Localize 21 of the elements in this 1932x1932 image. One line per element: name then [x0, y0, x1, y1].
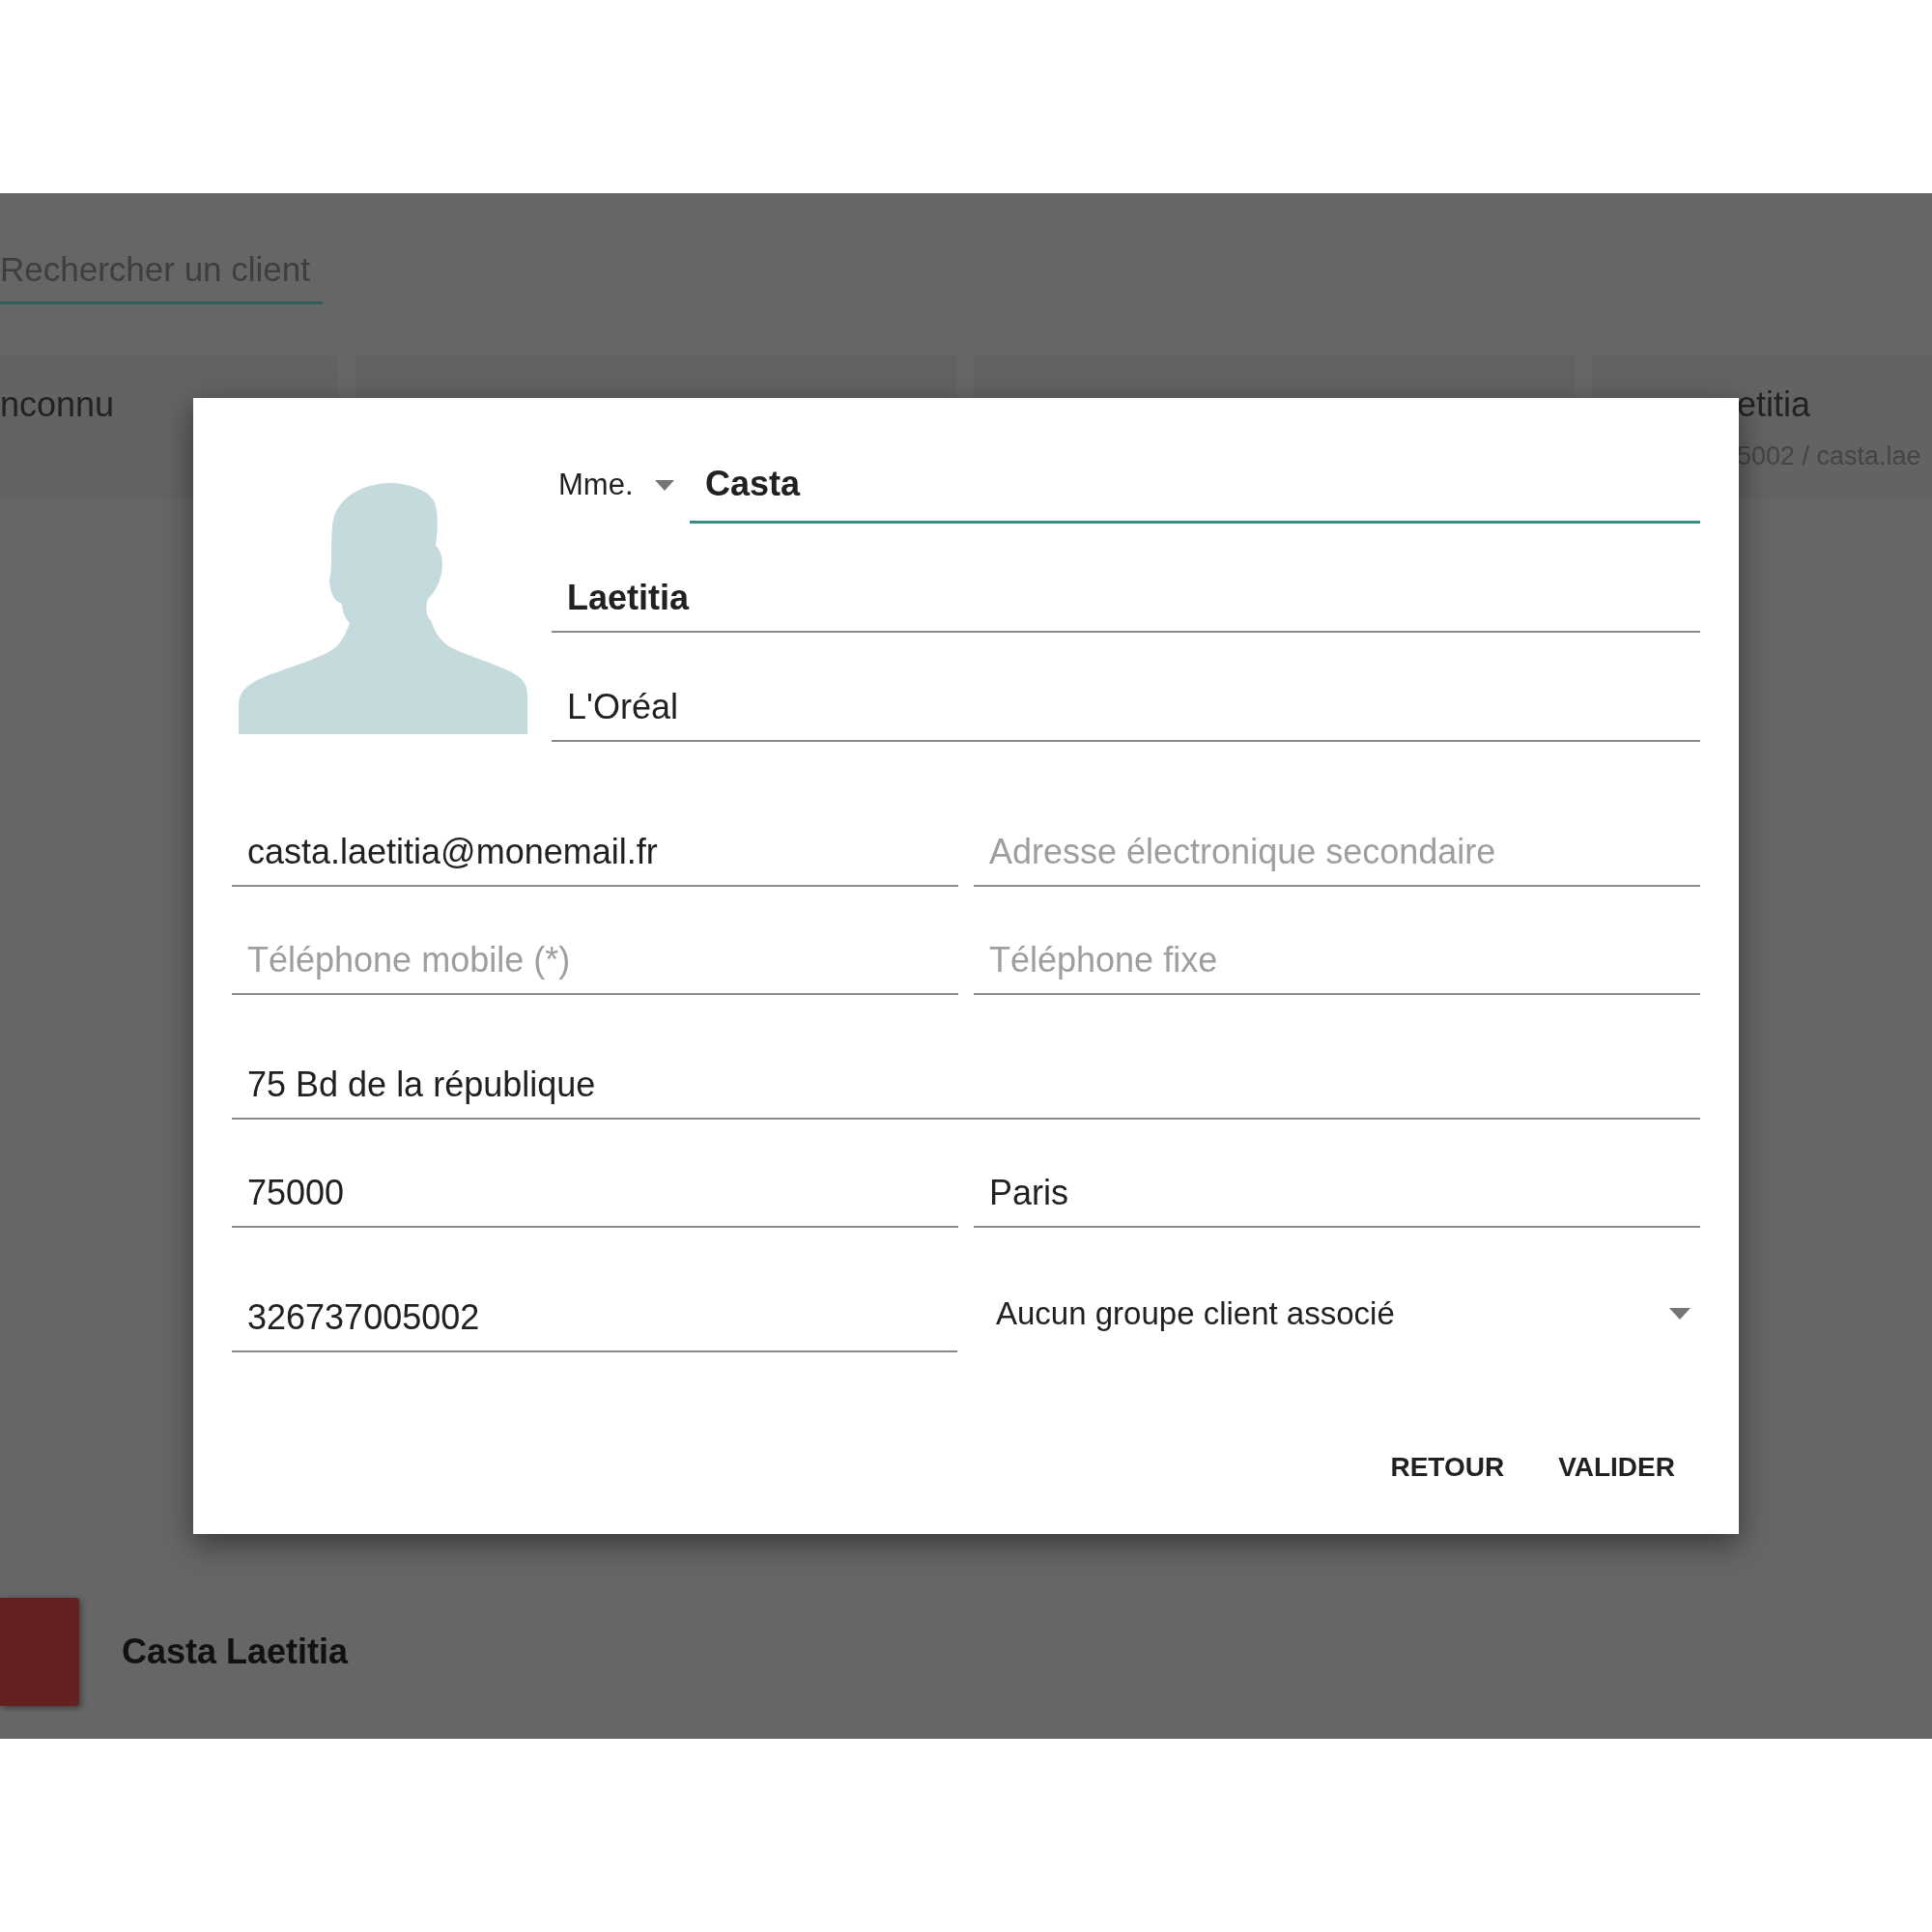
- input-field[interactable]: 75000: [232, 1151, 958, 1228]
- submit-button[interactable]: VALIDER: [1541, 1435, 1692, 1499]
- back-button[interactable]: RETOUR: [1373, 1435, 1522, 1499]
- input-field[interactable]: Téléphone mobile (*): [232, 918, 958, 995]
- first-name-field[interactable]: Laetitia: [552, 555, 1700, 633]
- input-field[interactable]: casta.laetitia@monemail.fr: [232, 810, 958, 887]
- input-field[interactable]: Adresse électronique secondaire: [974, 810, 1700, 887]
- civility-select[interactable]: Mme.: [552, 446, 690, 524]
- input-field[interactable]: 326737005002: [232, 1275, 957, 1352]
- client-name: nconnu: [0, 384, 116, 426]
- input-field[interactable]: Téléphone fixe: [974, 918, 1700, 995]
- client-name-heading: Casta Laetitia: [122, 1631, 349, 1673]
- action-button[interactable]: [0, 1598, 79, 1706]
- dropdown-arrow-icon: [654, 479, 674, 491]
- group-select[interactable]: Aucun groupe client associé: [973, 1275, 1700, 1352]
- input-field[interactable]: 75 Bd de la république: [232, 1042, 1700, 1120]
- dropdown-arrow-icon: [1669, 1308, 1690, 1320]
- company-field[interactable]: L'Oréal: [552, 665, 1700, 742]
- last-name-field[interactable]: Casta: [690, 446, 1700, 524]
- client-name: etitia: [1737, 384, 1812, 426]
- input-field[interactable]: Paris: [974, 1151, 1700, 1228]
